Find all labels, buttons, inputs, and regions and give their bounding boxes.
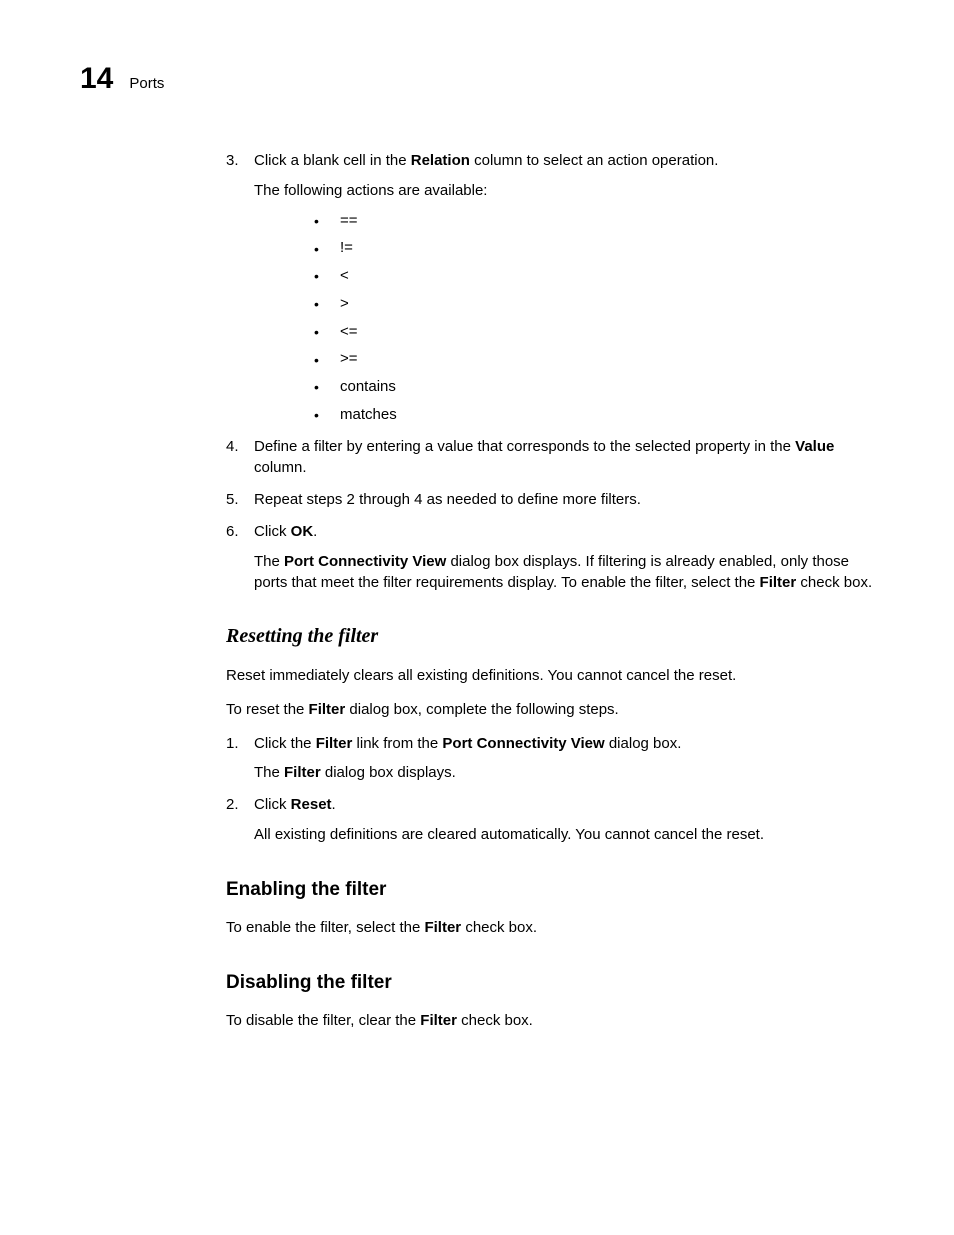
step-number: 1. [226, 733, 239, 755]
step-3: 3. Click a blank cell in the Relation co… [226, 150, 874, 426]
step-6: 6. Click OK. The Port Connectivity View … [226, 521, 874, 594]
step-text: Repeat steps 2 through 4 as needed to de… [254, 491, 641, 508]
list-item: <= [314, 321, 874, 343]
step-subtext: The Filter dialog box displays. [254, 762, 874, 784]
chapter-title: Ports [129, 75, 164, 92]
list-item: < [314, 265, 874, 287]
step-number: 6. [226, 521, 239, 543]
operator-list: == != < > <= >= contains matches [314, 210, 874, 426]
step-text: Click a blank cell in the Relation colum… [254, 152, 718, 169]
list-item: == [314, 210, 874, 232]
reset-step-1: 1. Click the Filter link from the Port C… [226, 733, 874, 785]
step-4: 4. Define a filter by entering a value t… [226, 436, 874, 480]
paragraph: To disable the filter, clear the Filter … [226, 1010, 874, 1032]
paragraph: Reset immediately clears all existing de… [226, 665, 874, 687]
heading-resetting: Resetting the filter [226, 622, 874, 651]
page-content: 3. Click a blank cell in the Relation co… [226, 150, 874, 1032]
step-text: Click Reset. [254, 796, 336, 813]
step-number: 3. [226, 150, 239, 172]
step-subtext: All existing definitions are cleared aut… [254, 824, 874, 846]
heading-disabling: Disabling the filter [226, 969, 874, 997]
reset-step-2: 2. Click Reset. All existing definitions… [226, 794, 874, 846]
step-subtext: The Port Connectivity View dialog box di… [254, 551, 874, 595]
chapter-number: 14 [80, 64, 113, 94]
step-text: Define a filter by entering a value that… [254, 438, 834, 477]
step-text: Click OK. [254, 523, 317, 540]
paragraph: To enable the filter, select the Filter … [226, 917, 874, 939]
list-item: contains [314, 376, 874, 398]
page-header: 14 Ports [80, 64, 874, 94]
list-item: != [314, 237, 874, 259]
list-item: matches [314, 404, 874, 426]
paragraph: To reset the Filter dialog box, complete… [226, 699, 874, 721]
step-number: 5. [226, 489, 239, 511]
step-text: Click the Filter link from the Port Conn… [254, 735, 681, 752]
step-subtext: The following actions are available: [254, 180, 874, 202]
step-number: 4. [226, 436, 239, 458]
list-item: >= [314, 348, 874, 370]
heading-enabling: Enabling the filter [226, 876, 874, 904]
step-number: 2. [226, 794, 239, 816]
list-item: > [314, 293, 874, 315]
step-5: 5. Repeat steps 2 through 4 as needed to… [226, 489, 874, 511]
